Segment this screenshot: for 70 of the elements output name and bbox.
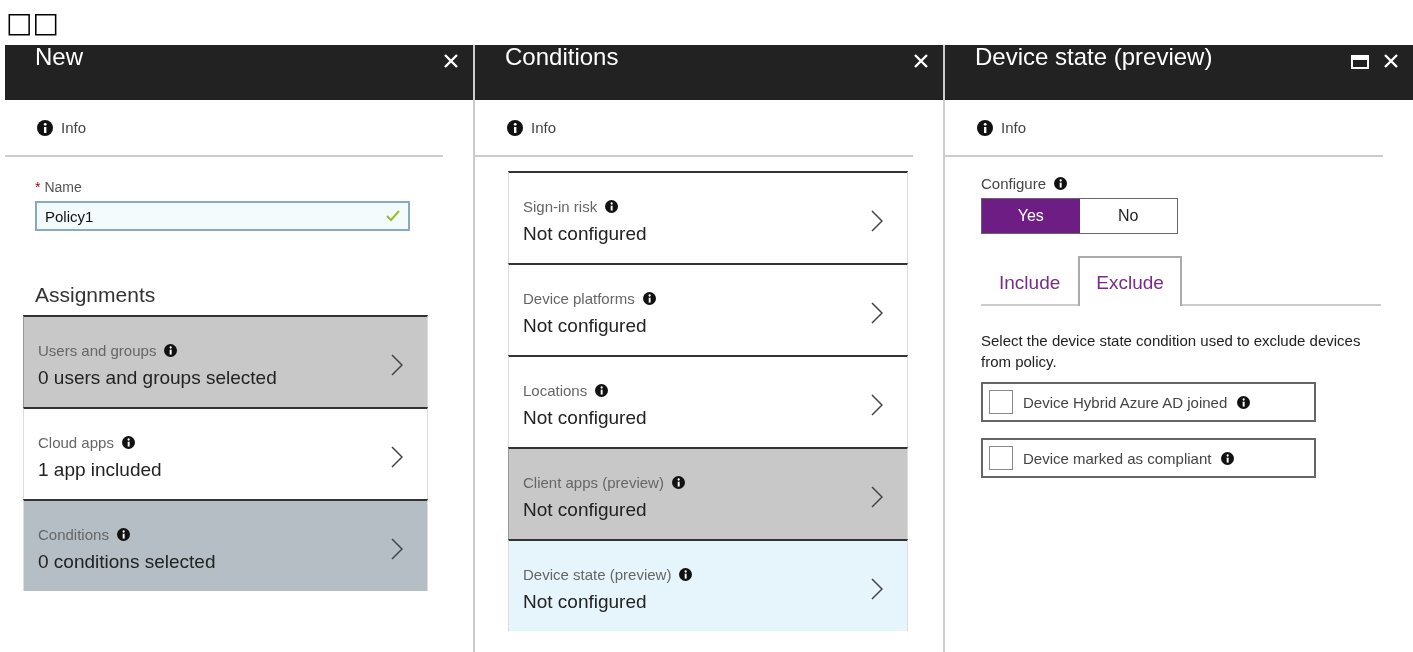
info-icon	[679, 567, 693, 581]
item-value: Not configured	[523, 314, 648, 337]
item-value: Not configured	[523, 222, 648, 245]
item-value: 0 conditions selected	[38, 550, 217, 573]
menu-item[interactable]: Client apps (preview) Not configured	[508, 447, 908, 539]
checkbox[interactable]	[989, 390, 1013, 414]
menu-item[interactable]: Locations Not configured	[508, 355, 908, 447]
toggle-option[interactable]: Yes	[982, 199, 1080, 233]
blade-title: Device state (preview)	[975, 45, 1213, 71]
info-icon	[37, 119, 53, 136]
chevron-right-icon	[391, 354, 403, 376]
close-icon[interactable]	[443, 53, 459, 69]
checkbox-option[interactable]: Device marked as compliant	[981, 438, 1316, 478]
item-title: Sign-in risk	[523, 197, 598, 215]
info-link[interactable]: Info	[531, 119, 557, 136]
info-icon	[1221, 451, 1235, 465]
info-link[interactable]: Info	[61, 119, 87, 136]
blade-title: New	[35, 45, 83, 71]
item-title: Device platforms	[523, 289, 635, 307]
chevron-right-icon	[871, 394, 883, 416]
item-title: Device state (preview)	[523, 565, 672, 583]
chevron-right-icon	[871, 578, 883, 600]
item-title: Cloud apps	[38, 433, 114, 451]
close-icon[interactable]	[1383, 53, 1399, 69]
info-icon	[507, 119, 523, 136]
configure-label: Configure	[981, 175, 1047, 192]
info-icon	[121, 435, 135, 449]
info-icon	[977, 119, 993, 136]
placeholder-glyphs: □□	[6, 8, 59, 37]
tab[interactable]: Exclude	[1078, 256, 1182, 306]
item-title: Client apps (preview)	[523, 473, 664, 491]
tab[interactable]: Include	[981, 256, 1079, 306]
info-icon	[671, 475, 685, 489]
item-value: Not configured	[523, 590, 648, 613]
info-icon	[164, 343, 178, 357]
chevron-right-icon	[391, 446, 403, 468]
item-value: Not configured	[523, 498, 648, 521]
info-icon	[605, 199, 619, 213]
menu-item[interactable]: Sign-in risk Not configured	[508, 171, 908, 263]
maximize-icon[interactable]	[1351, 55, 1369, 69]
info-icon	[595, 383, 609, 397]
checkbox-option[interactable]: Device Hybrid Azure AD joined	[981, 382, 1316, 422]
description-text: Select the device state condition used to exclude devices from policy.	[981, 331, 1362, 372]
info-icon	[1237, 395, 1251, 409]
menu-item[interactable]: Users and groups 0 users and groups selected	[23, 315, 428, 407]
menu-item[interactable]: Device platforms Not configured	[508, 263, 908, 355]
menu-item[interactable]: Conditions 0 conditions selected	[23, 499, 428, 591]
info-icon	[1054, 177, 1068, 190]
required-mark: *	[35, 179, 41, 195]
info-icon	[116, 527, 130, 541]
name-field[interactable]: Policy1	[35, 201, 410, 231]
blade-title: Conditions	[505, 45, 619, 71]
item-title: Locations	[523, 381, 588, 399]
close-icon[interactable]	[913, 53, 929, 69]
chevron-right-icon	[871, 486, 883, 508]
chevron-right-icon	[391, 538, 403, 560]
menu-item[interactable]: Device state (preview) Not configured	[508, 539, 908, 631]
info-link[interactable]: Info	[1001, 119, 1027, 136]
item-value: 1 app included	[38, 458, 163, 481]
chevron-right-icon	[871, 210, 883, 232]
item-title: Users and groups	[38, 341, 157, 359]
section-heading: Assignments	[34, 282, 157, 308]
checkbox[interactable]	[989, 446, 1013, 470]
chevron-right-icon	[871, 302, 883, 324]
field-label: Name	[44, 179, 82, 195]
item-title: Conditions	[38, 525, 109, 543]
item-value: Not configured	[523, 406, 648, 429]
info-icon	[642, 291, 656, 305]
item-value: 0 users and groups selected	[38, 366, 278, 389]
menu-item[interactable]: Cloud apps 1 app included	[23, 407, 428, 499]
